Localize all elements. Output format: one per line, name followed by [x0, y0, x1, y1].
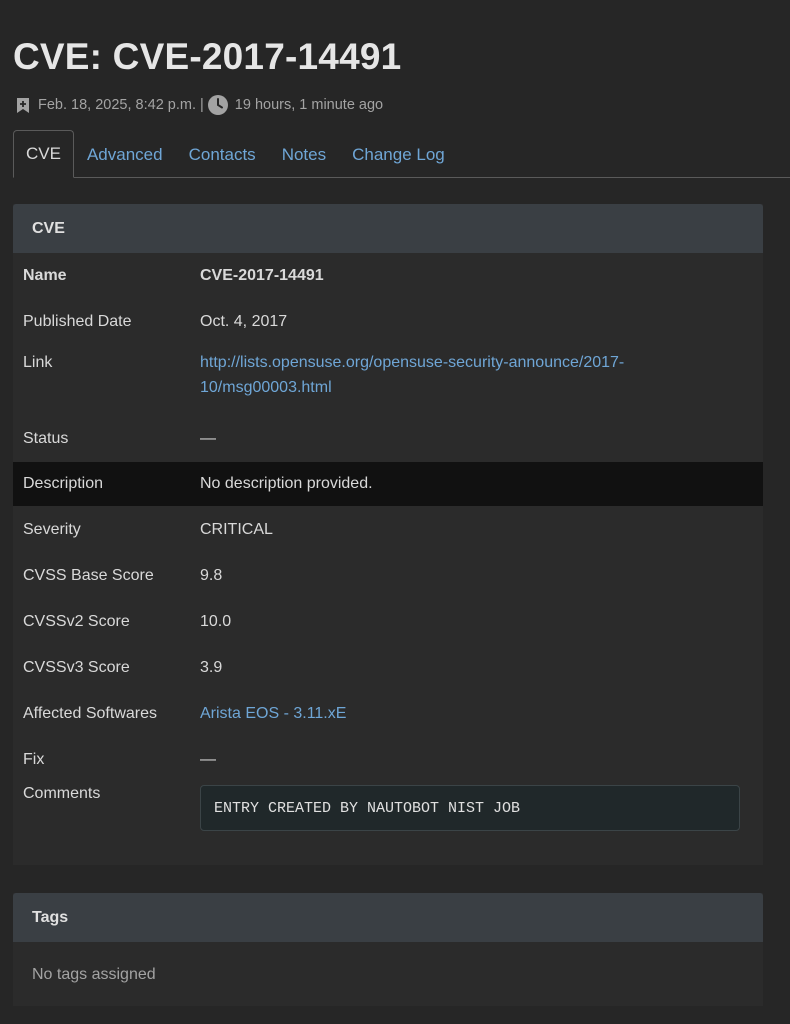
fix-value: — — [200, 751, 216, 768]
page-title: CVE: CVE-2017-14491 — [13, 36, 402, 77]
attr-row-link: Link http://lists.opensuse.org/opensuse-… — [13, 345, 763, 416]
attr-row-affected-softwares: Affected Softwares Arista EOS - 3.11.xE — [13, 691, 763, 737]
attr-row-name: Name CVE-2017-14491 — [13, 253, 763, 299]
attr-label: CVSSv2 Score — [23, 613, 130, 630]
attr-row-status: Status — — [13, 415, 763, 462]
cve-reference-link[interactable]: http://lists.opensuse.org/opensuse-secur… — [200, 354, 624, 396]
attr-label: Name — [23, 267, 67, 284]
cve-name-value: CVE-2017-14491 — [200, 267, 324, 284]
bookmark-icon — [16, 97, 30, 114]
attr-row-cvssv2-score: CVSSv2 Score 10.0 — [13, 599, 763, 645]
object-meta: Feb. 18, 2025, 8:42 p.m. | 19 hours, 1 m… — [16, 94, 383, 116]
tab-change-log[interactable]: Change Log — [339, 132, 458, 177]
updated-timestamp: 19 hours, 1 minute ago — [234, 97, 384, 113]
attr-row-cvss-base-score: CVSS Base Score 9.8 — [13, 553, 763, 599]
cve-panel-heading: CVE — [13, 204, 763, 253]
attr-label: Published Date — [23, 313, 132, 330]
created-timestamp: Feb. 18, 2025, 8:42 p.m. — [38, 97, 196, 113]
tab-cve[interactable]: CVE — [13, 130, 74, 178]
tab-bar: CVE Advanced Contacts Notes Change Log — [13, 130, 790, 178]
attr-label: Comments — [23, 785, 101, 802]
attr-row-comments: Comments ENTRY CREATED BY NAUTOBOT NIST … — [13, 783, 763, 845]
link-line-1: http://lists.opensuse.org/opensuse-secur… — [200, 354, 625, 371]
attr-label: Status — [23, 429, 69, 447]
status-value: — — [200, 429, 216, 447]
cvss-base-score-value: 9.8 — [200, 567, 223, 584]
attr-label: Link — [23, 354, 53, 371]
attr-label: CVSSv3 Score — [23, 659, 130, 676]
clock-icon — [207, 95, 228, 115]
attr-label: Severity — [23, 520, 81, 538]
description-value: No description provided. — [200, 475, 373, 492]
no-tags-text: No tags assigned — [32, 966, 156, 983]
link-line-2: 10/msg00003.html — [200, 379, 332, 396]
severity-value: CRITICAL — [200, 520, 273, 538]
tab-notes[interactable]: Notes — [269, 132, 339, 177]
meta-separator: | — [200, 97, 204, 113]
published-date-value: Oct. 4, 2017 — [200, 313, 288, 330]
attr-row-published-date: Published Date Oct. 4, 2017 — [13, 299, 763, 345]
cve-panel: CVE Name CVE-2017-14491 Published Date O… — [13, 204, 763, 865]
attr-label: Fix — [23, 751, 45, 768]
attr-row-cvssv3-score: CVSSv3 Score 3.9 — [13, 645, 763, 691]
attr-row-description: Description No description provided. — [13, 462, 763, 506]
cvssv2-score-value: 10.0 — [200, 613, 232, 630]
tab-advanced[interactable]: Advanced — [74, 132, 176, 177]
tab-contacts[interactable]: Contacts — [176, 132, 269, 177]
cvssv3-score-value: 3.9 — [200, 659, 223, 676]
comments-box: ENTRY CREATED BY NAUTOBOT NIST JOB — [200, 785, 740, 831]
attr-row-severity: Severity CRITICAL — [13, 506, 763, 553]
tags-panel: Tags No tags assigned — [13, 893, 763, 1006]
tags-panel-heading: Tags — [13, 893, 763, 942]
attr-label: Affected Softwares — [23, 705, 157, 722]
attr-label: CVSS Base Score — [23, 567, 154, 584]
attr-label: Description — [23, 475, 104, 492]
affected-software-link[interactable]: Arista EOS - 3.11.xE — [200, 705, 346, 722]
attr-row-fix: Fix — — [13, 737, 763, 783]
